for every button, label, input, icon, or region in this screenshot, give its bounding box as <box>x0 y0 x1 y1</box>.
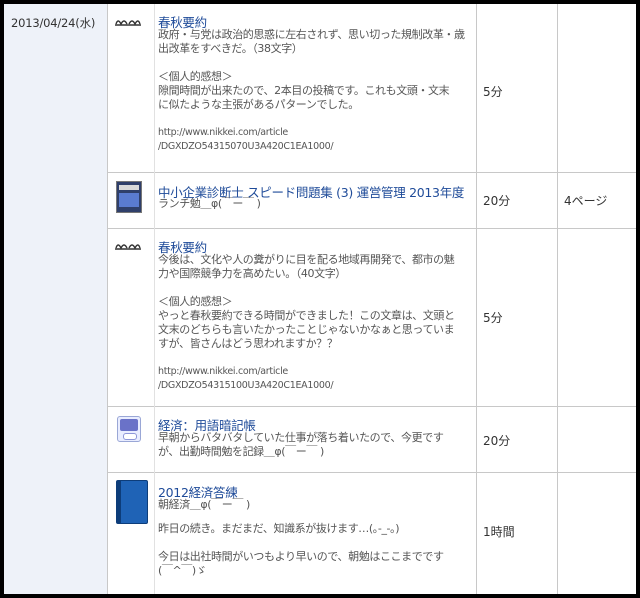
entry-body: ランチ勉＿φ(￣ー￣ ) <box>158 197 476 211</box>
time-value: 1時間 <box>483 525 515 539</box>
entry-cell: 春秋要約 今後は、文化や人の糞がりに目を配る地域再開発で、都市の魅 力や国際競争… <box>154 228 477 406</box>
study-log-table: 2013/04/24(水) 春秋要約 政府・与党は政治的思惑に左右されず、思い切… <box>0 0 640 598</box>
entry-body: 朝経済＿φ(￣ー￣ ) 昨日の続き。まだまだ、知識系が抜けます…(｡-_-｡) … <box>158 498 476 578</box>
icon-cell <box>107 228 154 406</box>
body-line <box>158 56 476 70</box>
body-line: 今後は、文化や人の糞がりに目を配る地域再開発で、都市の魅 <box>158 253 455 266</box>
time-value: 5分 <box>483 85 503 99</box>
time-cell: 1時間 <box>476 472 558 594</box>
body-line: 隙間時間が出来たので、2本目の投稿です。これも文頭・文末 <box>158 84 450 97</box>
spectacles-icon <box>115 244 141 250</box>
book-cover-icon <box>116 181 142 213</box>
body-line <box>158 112 476 126</box>
body-line: やっと春秋要約できる時間ができました！この文章は、文頭と <box>158 309 455 322</box>
blue-book-icon <box>116 480 148 524</box>
pages-cell: 4ページ <box>557 172 636 228</box>
date-cell: 2013/04/24(水) <box>4 4 108 594</box>
body-line: (￣^￣)ゞ <box>158 564 207 577</box>
date-label: 2013/04/24(水) <box>11 16 96 30</box>
table-row: 春秋要約 政府・与党は政治的思惑に左右されず、思い切った規制改革・歳 出改革をす… <box>107 4 636 173</box>
body-line: 文末のどちらも言いたかったことじゃないかなぁと思っていま <box>158 323 455 336</box>
article-url: /DGXDZO54315070U3A420C1EA1000/ <box>158 141 334 152</box>
body-line: に似たような主張があるパターンでした。 <box>158 98 359 111</box>
entry-body: 今後は、文化や人の糞がりに目を配る地域再開発で、都市の魅 力や国際競争力を高めた… <box>158 253 476 393</box>
body-line: ＜個人的感想＞ <box>158 295 233 308</box>
entry-cell: 中小企業診断士 スピード問題集 (3) 運営管理 2013年度 ランチ勉＿φ(￣… <box>154 172 477 228</box>
icon-cell <box>107 4 154 172</box>
body-line: が、出勤時間勉を記録＿φ(￣ー￣ ) <box>158 445 324 458</box>
entry-body: 政府・与党は政治的思惑に左右されず、思い切った規制改革・歳 出改革をすべきだ。（… <box>158 28 476 154</box>
spectacles-icon <box>115 20 141 26</box>
entry-cell: 春秋要約 政府・与党は政治的思惑に左右されず、思い切った規制改革・歳 出改革をす… <box>154 4 477 172</box>
icon-cell <box>107 172 154 228</box>
body-line: すが、皆さんはどう思われますか？？ <box>158 337 338 350</box>
article-url: http://www.nikkei.com/article <box>158 127 288 138</box>
body-line: 朝経済＿φ(￣ー￣ ) <box>158 498 250 511</box>
time-cell: 20分 <box>476 172 558 228</box>
body-line: ＜個人的感想＞ <box>158 70 233 83</box>
pages-cell <box>557 4 636 172</box>
time-value: 20分 <box>483 434 511 448</box>
entry-cell: 経済：用語暗記帳 早朝からバタバタしていた仕事が落ち着いたので、今更です が、出… <box>154 406 477 472</box>
body-line: ランチ勉＿φ(￣ー￣ ) <box>158 197 261 210</box>
entry-cell: 2012経済答練 朝経済＿φ(￣ー￣ ) 昨日の続き。まだまだ、知識系が抜けます… <box>154 472 477 594</box>
study-app-icon <box>117 416 141 442</box>
body-line: 早朝からバタバタしていた仕事が落ち着いたので、今更です <box>158 431 444 444</box>
table-row: 中小企業診断士 スピード問題集 (3) 運営管理 2013年度 ランチ勉＿φ(￣… <box>107 172 636 229</box>
body-line: 今日は出社時間がいつもより早いので、朝勉はここまでです <box>158 550 444 563</box>
body-line: 政府・与党は政治的思惑に左右されず、思い切った規制改革・歳 <box>158 28 465 41</box>
pages-value: 4ページ <box>564 194 608 208</box>
icon-cell <box>107 472 154 594</box>
icon-cell <box>107 406 154 472</box>
body-line: 出改革をすべきだ。（38文字） <box>158 42 303 55</box>
table-row: 経済：用語暗記帳 早朝からバタバタしていた仕事が落ち着いたので、今更です が、出… <box>107 406 636 473</box>
article-url: /DGXDZO54315100U3A420C1EA1000/ <box>158 380 334 391</box>
body-line <box>158 281 476 295</box>
table-row: 春秋要約 今後は、文化や人の糞がりに目を配る地域再開発で、都市の魅 力や国際競争… <box>107 228 636 407</box>
body-line: 昨日の続き。まだまだ、知識系が抜けます…(｡-_-｡) <box>158 522 400 535</box>
pages-cell <box>557 228 636 406</box>
time-cell: 20分 <box>476 406 558 472</box>
body-line <box>158 536 476 550</box>
body-line <box>158 512 476 522</box>
entry-body: 早朝からバタバタしていた仕事が落ち着いたので、今更です が、出勤時間勉を記録＿φ… <box>158 431 476 459</box>
body-line: 力や国際競争力を高めたい。（40文字） <box>158 267 346 280</box>
time-cell: 5分 <box>476 228 558 406</box>
table-row: 2012経済答練 朝経済＿φ(￣ー￣ ) 昨日の続き。まだまだ、知識系が抜けます… <box>107 472 636 594</box>
pages-cell <box>557 406 636 472</box>
article-url: http://www.nikkei.com/article <box>158 366 288 377</box>
time-cell: 5分 <box>476 4 558 172</box>
pages-cell <box>557 472 636 594</box>
time-value: 20分 <box>483 194 511 208</box>
time-value: 5分 <box>483 311 503 325</box>
body-line <box>158 351 476 365</box>
